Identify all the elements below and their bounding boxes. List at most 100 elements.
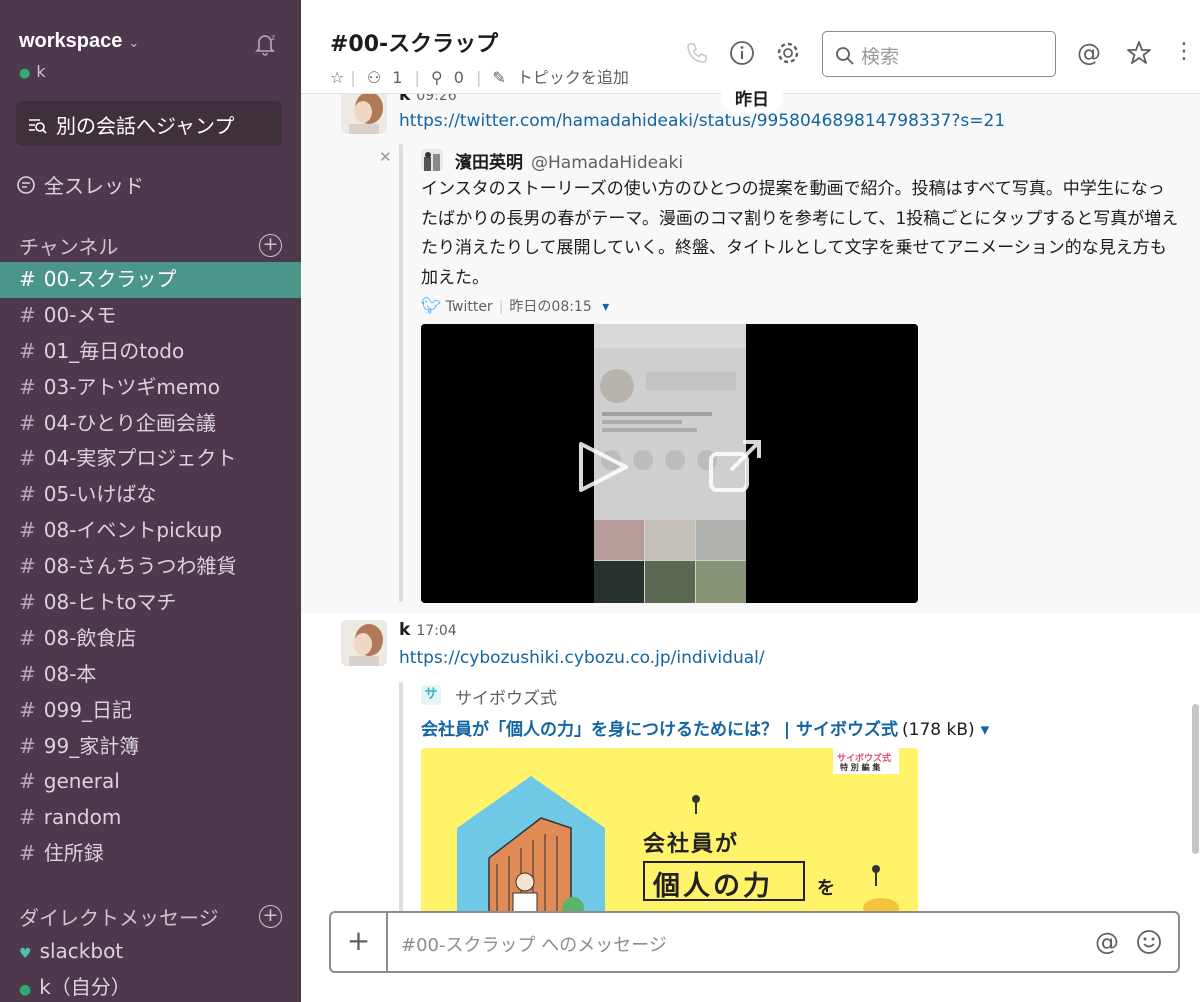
star-icon[interactable]: ☆ <box>330 68 344 87</box>
all-threads-link[interactable]: 全スレッド <box>16 170 144 200</box>
sidebar-channel-item[interactable]: #00-メモ <box>0 298 301 334</box>
user-name: k <box>36 62 46 81</box>
channel-label: 03-アトツギmemo <box>43 374 220 399</box>
workspace-menu[interactable]: workspace ⌄ <box>19 30 139 53</box>
message-link[interactable]: https://twitter.com/hamadahideaki/status… <box>399 111 1005 131</box>
message-input[interactable]: #00-スクラップ へのメッセージ <box>401 931 667 957</box>
site-name: サイボウズ式 <box>455 689 557 709</box>
search-placeholder: 検索 <box>861 46 900 68</box>
tweet-author-name: 濱田英明 <box>455 153 523 173</box>
hash-icon: # <box>19 661 36 686</box>
channel-label: 08-ヒトtoマチ <box>43 590 177 615</box>
message-author[interactable]: k 09:26 <box>399 94 457 105</box>
channel-label: general <box>43 769 120 794</box>
add-dm-button[interactable]: + <box>259 905 282 928</box>
attachment-bar <box>399 682 403 914</box>
message-time[interactable]: 09:26 <box>416 94 456 104</box>
mention-icon[interactable]: @ <box>1095 928 1119 956</box>
jump-to-conversation-button[interactable]: 別の会話へジャンプ <box>16 101 282 146</box>
message-time[interactable]: 17:04 <box>416 623 456 639</box>
emoji-icon[interactable] <box>1136 929 1162 955</box>
sidebar-channel-item[interactable]: #03-アトツギmemo <box>0 370 301 406</box>
sidebar-channel-item[interactable]: #99_家計簿 <box>0 729 301 765</box>
tweet-timestamp[interactable]: 昨日の08:15 <box>509 299 591 315</box>
tweet-author[interactable]: 濱田英明 @HamadaHideaki <box>455 148 683 173</box>
sidebar-channel-item[interactable]: #08-ヒトtoマチ <box>0 585 301 621</box>
channel-title[interactable]: #00-スクラップ <box>330 26 498 58</box>
hash-icon: # <box>19 374 36 399</box>
channels-heading[interactable]: チャンネル <box>19 231 118 260</box>
hash-icon: # <box>19 410 36 435</box>
attachment-bar <box>399 144 403 602</box>
add-topic-button[interactable]: ✎ トピックを追加 <box>492 68 635 87</box>
current-user[interactable]: ● k <box>19 62 46 81</box>
info-icon[interactable] <box>729 40 755 66</box>
sidebar-channel-item[interactable]: #08-さんちうつわ雑貨 <box>0 549 301 585</box>
presence-icon: ● <box>19 981 32 998</box>
channel-label: 01_毎日のtodo <box>43 338 185 363</box>
hash-icon: # <box>19 446 36 471</box>
channel-label: 08-本 <box>43 661 97 686</box>
sidebar-channel-item[interactable]: #05-いけばな <box>0 477 301 513</box>
channel-label: 04-ひとり企画会議 <box>43 410 216 435</box>
unfurl-title[interactable]: 会社員が「個人の力」を身につけるためには？ | サイボウズ式 (178 kB) ▾ <box>421 715 989 740</box>
sidebar-channel-item[interactable]: #04-ひとり企画会議 <box>0 406 301 442</box>
mentions-icon[interactable]: @ <box>1077 40 1103 66</box>
hash-icon: # <box>19 841 36 866</box>
channel-meta: ☆ | ⚇ 1 | ⚲ 0 | ✎ トピックを追加 <box>330 64 641 88</box>
more-icon[interactable]: ⋮ <box>1173 40 1199 66</box>
preview-headline-3: を <box>817 878 835 899</box>
sidebar-channel-item[interactable]: #01_毎日のtodo <box>0 334 301 370</box>
channel-list: #00-スクラップ #00-メモ #01_毎日のtodo #03-アトツギmemo #0… <box>0 262 301 872</box>
dm-item-slackbot[interactable]: ♥ slackbot <box>0 934 301 970</box>
notification-bell-icon[interactable]: z <box>251 30 279 58</box>
add-channel-button[interactable]: + <box>259 234 282 257</box>
search-input[interactable]: 検索 <box>822 31 1056 77</box>
channel-header: #00-スクラップ ☆ | ⚇ 1 | ⚲ 0 | ✎ トピックを追加 検索 @ ⋮ <box>301 0 1200 94</box>
members-button[interactable]: ⚇ 1 <box>367 68 409 87</box>
presence-icon: ● <box>19 66 31 81</box>
caret-down-icon[interactable]: ▾ <box>602 299 609 315</box>
pins-button[interactable]: ⚲ 0 <box>431 68 470 87</box>
channel-label: 99_家計簿 <box>43 733 140 758</box>
pencil-icon: ✎ <box>492 68 506 87</box>
search-icon <box>835 46 855 71</box>
message-composer: + #00-スクラップ へのメッセージ @ <box>329 911 1180 973</box>
sidebar-channel-item[interactable]: # 住所録 <box>0 836 301 872</box>
caret-down-icon[interactable]: ▾ <box>981 720 990 740</box>
author-name: k <box>399 94 411 105</box>
tweet-video[interactable] <box>421 324 918 603</box>
unfurl-image[interactable]: サイボウズ式 特 別 編 集 会社員が 個人の力 を <box>421 748 918 914</box>
sidebar-channel-item[interactable]: #099_日記 <box>0 693 301 729</box>
hash-icon: # <box>19 267 36 291</box>
sidebar-channel-item[interactable]: #08-飲食店 <box>0 621 301 657</box>
hash-icon: # <box>19 805 36 830</box>
channel-label: 00-メモ <box>43 302 117 327</box>
avatar[interactable] <box>341 94 387 134</box>
close-icon[interactable]: ✕ <box>379 148 392 166</box>
author-name: k <box>399 620 411 640</box>
sidebar-channel-item[interactable]: #04-実家プロジェクト <box>0 441 301 477</box>
scrollbar-thumb[interactable] <box>1192 704 1199 854</box>
phone-icon[interactable] <box>684 40 710 66</box>
hash-icon: # <box>19 625 36 650</box>
person-icon: ⚇ <box>366 68 382 87</box>
message-link[interactable]: https://cybozushiki.cybozu.co.jp/individ… <box>399 648 765 668</box>
sidebar-channel-item[interactable]: #00-スクラップ <box>0 262 301 298</box>
sidebar-channel-item[interactable]: #08-イベントpickup <box>0 513 301 549</box>
message-author[interactable]: k 17:04 <box>399 620 457 640</box>
avatar[interactable] <box>341 620 387 666</box>
sidebar-channel-item[interactable]: #08-本 <box>0 657 301 693</box>
direct-messages-heading[interactable]: ダイレクトメッセージ <box>19 902 219 931</box>
gear-icon[interactable] <box>775 40 801 66</box>
hash-icon: # <box>19 338 36 363</box>
members-count: 1 <box>392 68 403 87</box>
starred-icon[interactable] <box>1126 40 1152 66</box>
attach-button[interactable]: + <box>331 913 388 971</box>
dm-item-self[interactable]: ● k（自分） <box>0 970 301 1002</box>
sidebar-channel-item[interactable]: # general <box>0 764 301 800</box>
sidebar-channel-item[interactable]: # random <box>0 800 301 836</box>
hash-icon: # <box>19 590 36 615</box>
chevron-down-icon: ⌄ <box>128 35 140 50</box>
sidebar: workspace ⌄ ● k z 別の会話へジャンプ 全スレッド チャンネル + … <box>0 0 301 1002</box>
